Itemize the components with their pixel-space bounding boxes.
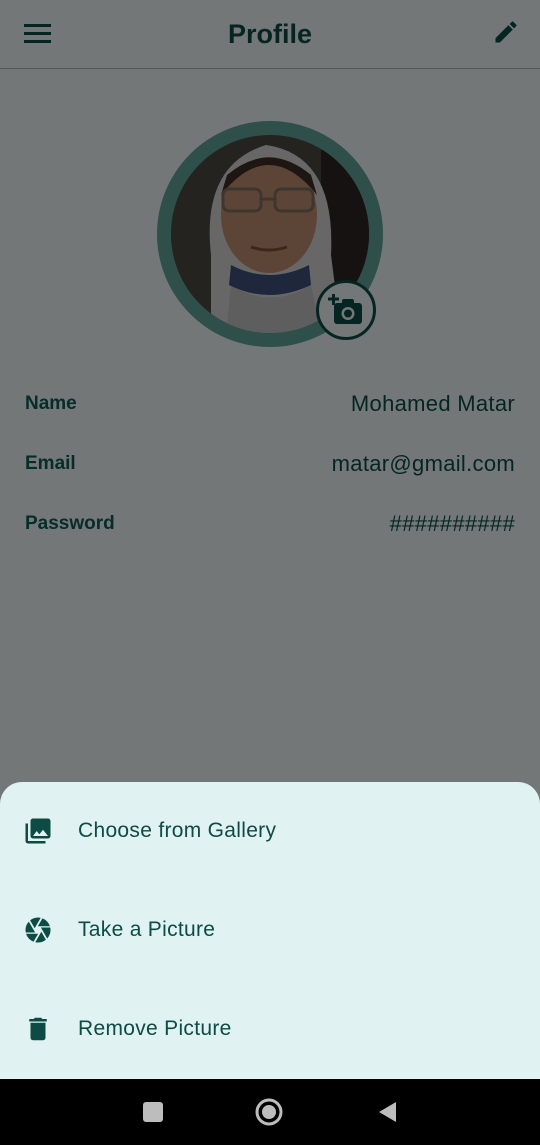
sheet-item-label: Take a Picture <box>78 918 216 941</box>
system-nav-bar <box>0 1079 540 1145</box>
trash-icon <box>23 1014 53 1044</box>
sheet-item-remove-picture[interactable]: Remove Picture <box>0 999 540 1059</box>
camera-shutter-icon <box>23 915 53 945</box>
back-triangle-icon[interactable] <box>372 1097 402 1127</box>
sheet-item-label: Choose from Gallery <box>78 819 277 842</box>
sheet-item-label: Remove Picture <box>78 1017 232 1040</box>
recents-square-icon[interactable] <box>138 1097 168 1127</box>
home-circle-icon[interactable] <box>254 1097 284 1127</box>
photo-options-sheet: Choose from Gallery Take a Picture Remov… <box>0 782 540 1079</box>
sheet-item-gallery[interactable]: Choose from Gallery <box>0 801 540 861</box>
sheet-item-take-picture[interactable]: Take a Picture <box>0 900 540 960</box>
gallery-icon <box>23 816 53 846</box>
profile-screen: Profile <box>0 0 540 1145</box>
